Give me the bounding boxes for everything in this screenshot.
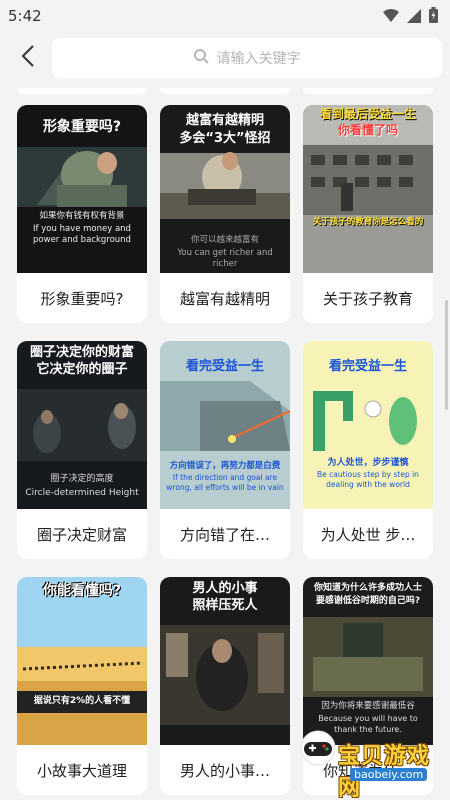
thumb-caption-en: Be cautious step by step in dealing with…	[317, 470, 419, 490]
card-thumbnail: 看完受益一生 为人处世，步步谨慎 Be cautious step by ste…	[303, 341, 433, 509]
thumb-headline: 你能看懂吗?	[42, 583, 122, 599]
thumb-headline: 男人的小事	[192, 581, 258, 596]
search-input[interactable]: 请输入关键字	[52, 38, 442, 78]
search-header: 请输入关键字	[0, 32, 450, 88]
thumb-headline: 你知道为什么许多成功人士	[313, 583, 422, 593]
thumb-headline: 形象重要吗?	[42, 119, 122, 135]
gamepad-icon	[296, 730, 340, 770]
scrollbar[interactable]	[445, 300, 448, 410]
card-title: 方向错了在…	[179, 526, 270, 544]
thumb-caption: 圈子决定的高度	[50, 474, 114, 484]
thumb-caption: 因为你将来要感谢最低谷	[321, 701, 415, 711]
card-title: 小故事大道理	[36, 762, 127, 780]
thumb-caption-en: If the direction and goal are wrong, all…	[166, 473, 284, 493]
thumb-headline: 看完受益一生	[328, 359, 407, 374]
video-card[interactable]: 男人的小事 照样压死人 男人的小事…	[160, 577, 290, 795]
thumb-headline: 它决定你的圈子	[36, 362, 128, 377]
thumb-caption: 方向错误了，再努力都是白费	[169, 461, 281, 471]
wifi-icon	[383, 8, 399, 27]
back-button[interactable]	[14, 44, 42, 72]
card-title: 关于孩子教育	[322, 290, 413, 308]
thumb-headline: 看完受益一生	[185, 359, 264, 374]
card-thumbnail: 越富有越精明 多会“3大”怪招 你可以越来越富有 You can get ric…	[160, 105, 290, 273]
card-thumbnail: 形象重要吗? 如果你有钱有权有背景 If you have money and …	[17, 105, 147, 273]
thumb-headline: 多会“3大”怪招	[179, 131, 271, 146]
thumb-headline: 你看懂了吗	[337, 123, 398, 137]
status-time: 5:42	[8, 7, 42, 25]
card-thumbnail: 你能看懂吗? 据说只有2%的人看不懂	[17, 577, 147, 745]
card-thumbnail: 男人的小事 照样压死人	[160, 577, 290, 745]
video-card[interactable]: 看完受益一生 为人处世，步步谨慎 Be cautious step by ste…	[303, 341, 433, 559]
card-partial[interactable]	[160, 88, 290, 94]
card-title: 男人的小事…	[179, 762, 270, 780]
battery-icon	[429, 7, 438, 27]
status-icons	[383, 7, 438, 27]
thumb-caption-en: You can get richer and richer	[177, 248, 273, 270]
thumb-caption: 关于孩子的教育你是怎么看的	[312, 217, 424, 227]
video-card[interactable]: 形象重要吗? 如果你有钱有权有背景 If you have money and …	[17, 105, 147, 323]
thumb-headline: 照样压死人	[192, 598, 258, 613]
thumb-caption: 如果你有钱有权有背景	[39, 211, 125, 221]
card-title: 圈子决定财富	[36, 526, 127, 544]
thumb-caption-en: Circle-determined Height	[25, 488, 139, 498]
video-card[interactable]: 越富有越精明 多会“3大”怪招 你可以越来越富有 You can get ric…	[160, 105, 290, 323]
status-bar: 5:42	[0, 0, 450, 32]
thumb-headline: 看到最后受益一生	[319, 107, 416, 121]
video-card[interactable]: 圈子决定你的财富 它决定你的圈子 圈子决定的高度 Circle-determin…	[17, 341, 147, 559]
card-title: 为人处世 步…	[320, 526, 416, 544]
thumb-caption-en: If you have money and power and backgrou…	[33, 224, 131, 246]
thumb-headline: 要感谢低谷时期的自己吗?	[315, 596, 421, 606]
watermark-url: baobeiy.com	[350, 768, 428, 781]
search-placeholder: 请输入关键字	[216, 51, 301, 67]
card-partial[interactable]	[17, 88, 147, 94]
card-title: 越富有越精明	[179, 290, 270, 308]
thumb-headline: 圈子决定你的财富	[29, 345, 134, 360]
card-thumbnail: 看到最后受益一生 你看懂了吗 关于孩子的教育你是怎么看的	[303, 105, 433, 273]
chevron-left-icon	[21, 45, 35, 71]
video-card[interactable]: 看完受益一生 方向错误了，再努力都是白费 If the direction an…	[160, 341, 290, 559]
search-icon	[193, 48, 209, 68]
card-thumbnail: 圈子决定你的财富 它决定你的圈子 圈子决定的高度 Circle-determin…	[17, 341, 147, 509]
signal-icon	[407, 8, 421, 27]
card-thumbnail: 看完受益一生 方向错误了，再努力都是白费 If the direction an…	[160, 341, 290, 509]
video-card[interactable]: 看到最后受益一生 你看懂了吗 关于孩子的教育你是怎么看的 关于孩子教育	[303, 105, 433, 323]
video-card[interactable]: 你能看懂吗? 据说只有2%的人看不懂 小故事大道理	[17, 577, 147, 795]
watermark: 宝贝游戏网 baobeiy.com	[296, 712, 446, 800]
thumb-caption: 为人处世，步步谨慎	[327, 458, 409, 468]
thumb-caption: 据说只有2%的人看不懂	[33, 696, 131, 706]
thumb-headline: 越富有越精明	[185, 113, 264, 128]
card-partial[interactable]	[303, 88, 433, 94]
thumb-caption: 你可以越来越富有	[190, 235, 259, 245]
card-title: 形象重要吗?	[40, 290, 124, 308]
